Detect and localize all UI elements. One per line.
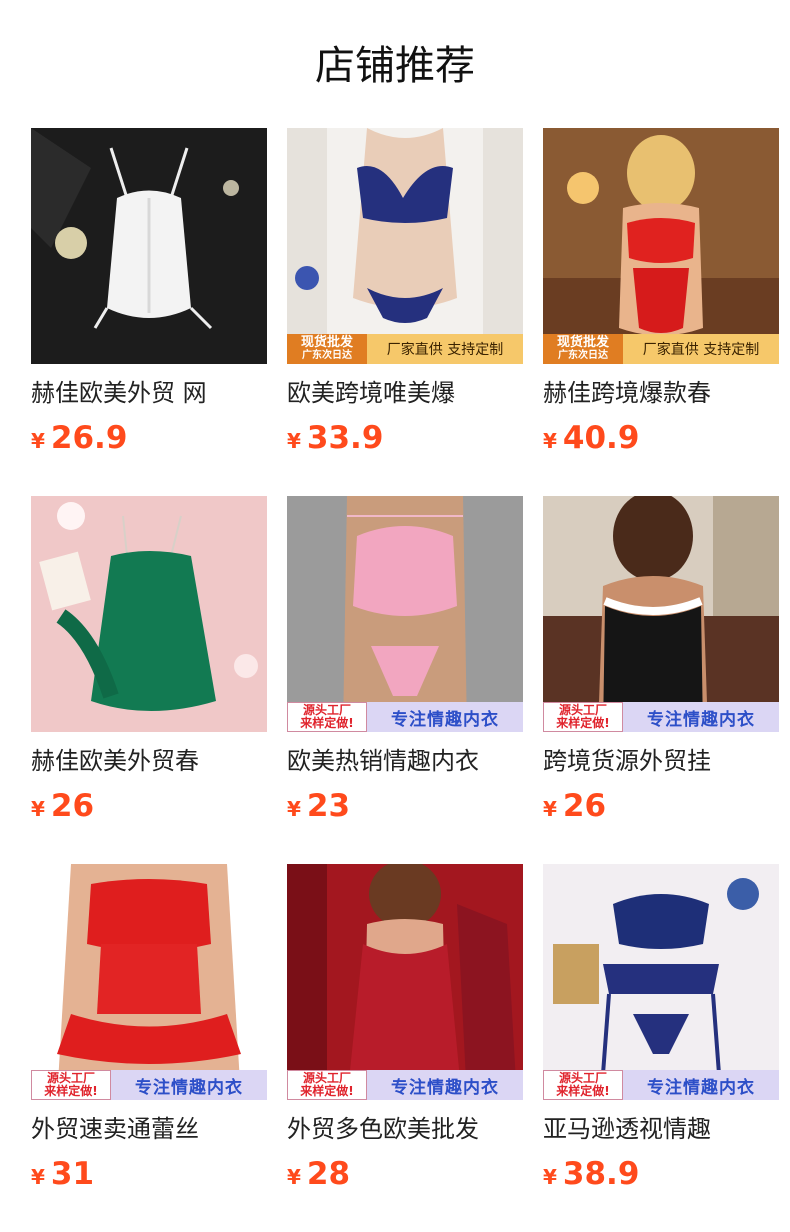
product-name[interactable]: 赫佳跨境爆款春 [543,378,779,408]
promo-badge: 源头工厂 来样定做! 专注情趣内衣 [287,1070,523,1100]
product-card[interactable]: 源头工厂 来样定做! 专注情趣内衣 亚马逊透视情趣 ¥38.9 [543,864,779,1197]
product-card[interactable]: 源头工厂 来样定做! 专注情趣内衣 跨境货源外贸挂 ¥26 [543,496,779,829]
product-price: ¥26 [31,788,95,824]
product-price: ¥31 [31,1156,95,1192]
product-name[interactable]: 外贸多色欧美批发 [287,1114,523,1144]
promo-badge: 源头工厂 来样定做! 专注情趣内衣 [31,1070,267,1100]
product-name[interactable]: 欧美热销情趣内衣 [287,746,523,776]
product-image[interactable]: 源头工厂 来样定做! 专注情趣内衣 [31,864,267,1100]
product-card[interactable]: 现货批发 广东次日达 厂家直供 支持定制 欧美跨境唯美爆 ¥33.9 [287,128,523,461]
product-price: ¥38.9 [543,1156,640,1192]
product-image[interactable]: 源头工厂 来样定做! 专注情趣内衣 [287,864,523,1100]
promo-badge: 源头工厂 来样定做! 专注情趣内衣 [287,702,523,732]
promo-badge: 现货批发 广东次日达 厂家直供 支持定制 [543,334,779,364]
product-price: ¥26.9 [31,420,128,456]
product-image[interactable]: 现货批发 广东次日达 厂家直供 支持定制 [543,128,779,364]
product-card[interactable]: 源头工厂 来样定做! 专注情趣内衣 欧美热销情趣内衣 ¥23 [287,496,523,829]
product-image[interactable]: 源头工厂 来样定做! 专注情趣内衣 [287,496,523,732]
product-card[interactable]: 赫佳欧美外贸 网 ¥26.9 [31,128,267,461]
product-image[interactable]: 现货批发 广东次日达 厂家直供 支持定制 [287,128,523,364]
product-image[interactable] [31,128,267,364]
product-name[interactable]: 亚马逊透视情趣 [543,1114,779,1144]
product-price: ¥28 [287,1156,351,1192]
promo-badge: 源头工厂 来样定做! 专注情趣内衣 [543,702,779,732]
product-image[interactable]: 源头工厂 来样定做! 专注情趣内衣 [543,496,779,732]
product-card[interactable]: 现货批发 广东次日达 厂家直供 支持定制 赫佳跨境爆款春 ¥40.9 [543,128,779,461]
product-name[interactable]: 外贸速卖通蕾丝 [31,1114,267,1144]
page-title: 店铺推荐 [315,43,475,89]
product-name[interactable]: 赫佳欧美外贸 网 [31,378,267,408]
product-price: ¥40.9 [543,420,640,456]
product-card[interactable]: 源头工厂 来样定做! 专注情趣内衣 外贸速卖通蕾丝 ¥31 [31,864,267,1197]
product-image[interactable]: 源头工厂 来样定做! 专注情趣内衣 [543,864,779,1100]
product-name[interactable]: 跨境货源外贸挂 [543,746,779,776]
promo-badge: 现货批发 广东次日达 厂家直供 支持定制 [287,334,523,364]
product-card[interactable]: 源头工厂 来样定做! 专注情趣内衣 外贸多色欧美批发 ¥28 [287,864,523,1197]
product-card[interactable]: 赫佳欧美外贸春 ¥26 [31,496,267,829]
product-price: ¥33.9 [287,420,384,456]
product-price: ¥26 [543,788,607,824]
product-name[interactable]: 赫佳欧美外贸春 [31,746,267,776]
product-image[interactable] [31,496,267,732]
product-name[interactable]: 欧美跨境唯美爆 [287,378,523,408]
product-price: ¥23 [287,788,351,824]
promo-badge: 源头工厂 来样定做! 专注情趣内衣 [543,1070,779,1100]
